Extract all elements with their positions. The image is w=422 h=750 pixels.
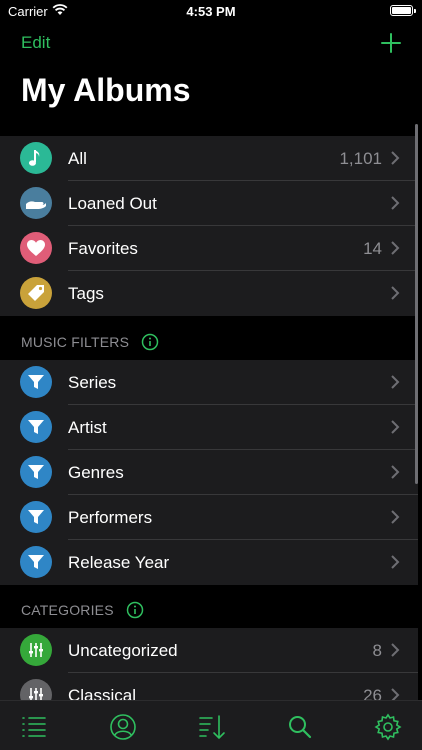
row-count: 8: [372, 641, 382, 660]
library-group: All 1,101 Loaned Out Favorites 14 Tags: [0, 136, 418, 316]
info-icon[interactable]: [141, 333, 159, 351]
filter-icon: [20, 456, 52, 488]
chevron-right-icon: [391, 241, 400, 255]
chevron-right-icon: [391, 465, 400, 479]
row-release-year[interactable]: Release Year: [0, 540, 418, 585]
hand-icon: [20, 187, 52, 219]
chevron-right-icon: [391, 555, 400, 569]
chevron-right-icon: [391, 151, 400, 165]
row-label: Tags: [68, 284, 104, 303]
categories-header: CATEGORIES: [21, 601, 144, 619]
sort-icon[interactable]: [198, 713, 226, 741]
row-label: Uncategorized: [68, 641, 178, 660]
music-note-icon: [20, 142, 52, 174]
list-icon[interactable]: [20, 713, 48, 741]
row-genres[interactable]: Genres: [0, 450, 418, 495]
row-loaned-out[interactable]: Loaned Out: [0, 181, 418, 226]
row-performers[interactable]: Performers: [0, 495, 418, 540]
filter-icon: [20, 546, 52, 578]
page-title: My Albums: [21, 72, 191, 108]
tag-icon: [20, 277, 52, 309]
row-label: Series: [68, 373, 117, 392]
row-favorites[interactable]: Favorites 14: [0, 226, 418, 271]
chevron-right-icon: [391, 643, 400, 657]
battery-icon: [390, 5, 416, 16]
row-artist[interactable]: Artist: [0, 405, 418, 450]
row-uncategorized[interactable]: Uncategorized 8: [0, 628, 418, 673]
row-label: All: [68, 149, 87, 168]
tab-bar: [0, 700, 422, 750]
chevron-right-icon: [391, 420, 400, 434]
section-title: MUSIC FILTERS: [21, 334, 130, 350]
chevron-right-icon: [391, 286, 400, 300]
row-count: 14: [363, 239, 382, 258]
filter-icon: [20, 366, 52, 398]
person-icon[interactable]: [109, 713, 137, 741]
filter-icon: [20, 501, 52, 533]
clock: 4:53 PM: [186, 4, 236, 19]
heart-icon: [20, 232, 52, 264]
gear-icon[interactable]: [374, 713, 402, 741]
section-title: CATEGORIES: [21, 602, 114, 618]
row-label: Favorites: [68, 239, 138, 258]
row-series[interactable]: Series: [0, 360, 418, 405]
chevron-right-icon: [391, 196, 400, 210]
music-filters-header: MUSIC FILTERS: [21, 333, 159, 351]
add-icon[interactable]: [380, 32, 402, 54]
edit-button[interactable]: Edit: [21, 33, 50, 53]
row-tags[interactable]: Tags: [0, 271, 418, 316]
scroll-indicator[interactable]: [415, 124, 418, 484]
row-label: Performers: [68, 508, 153, 527]
search-icon[interactable]: [286, 713, 314, 741]
info-icon[interactable]: [126, 601, 144, 619]
filter-icon: [20, 411, 52, 443]
chevron-right-icon: [391, 510, 400, 524]
row-label: Release Year: [68, 553, 170, 572]
row-all[interactable]: All 1,101: [0, 136, 418, 181]
status-bar: Carrier 4:53 PM: [0, 0, 422, 24]
sliders-icon: [20, 634, 52, 666]
row-label: Genres: [68, 463, 124, 482]
row-label: Artist: [68, 418, 107, 437]
chevron-right-icon: [391, 375, 400, 389]
music-filters-group: Series Artist Genres Performers Release …: [0, 360, 418, 585]
row-label: Loaned Out: [68, 194, 157, 213]
row-count: 1,101: [339, 149, 382, 168]
